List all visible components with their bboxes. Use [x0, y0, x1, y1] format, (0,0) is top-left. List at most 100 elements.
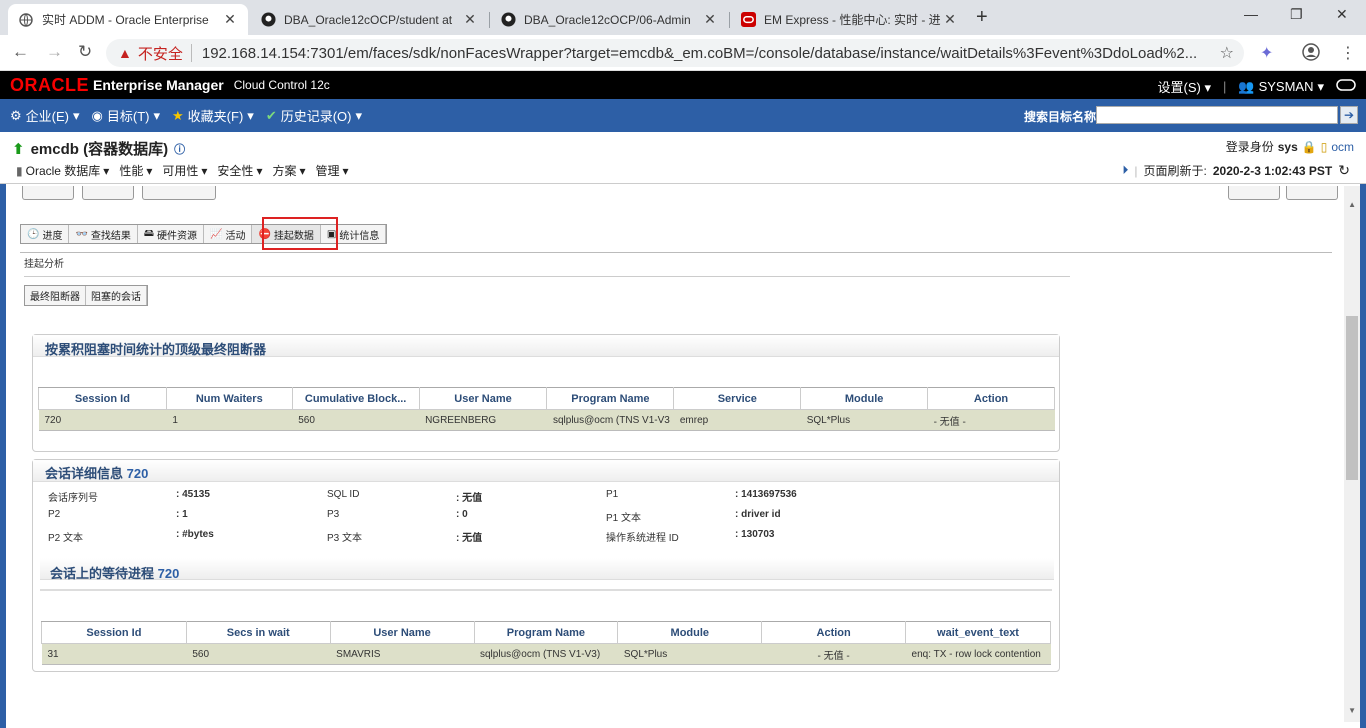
col-module[interactable]: Module: [617, 621, 763, 644]
table-row[interactable]: 31 560 SMAVRIS sqlplus@ocm (TNS V1-V3) S…: [41, 643, 1051, 665]
cell: enq: TX - row lock contention: [905, 643, 1051, 665]
cropped-button[interactable]: [1286, 186, 1338, 200]
menu-administration[interactable]: 管理 ▾: [316, 162, 349, 179]
col-action[interactable]: Action: [927, 387, 1055, 410]
browser-tab-addm[interactable]: 实时 ADDM - Oracle Enterprise ✕: [8, 4, 248, 35]
menu-targets[interactable]: ◉ 目标(T) ▾: [92, 106, 160, 125]
col-user-name[interactable]: User Name: [418, 387, 548, 410]
field-value: : 1: [176, 509, 188, 520]
warning-icon: ▲: [118, 45, 132, 61]
col-session-id[interactable]: Session Id: [41, 621, 187, 644]
progress-button[interactable]: 🕒 进度: [21, 225, 70, 243]
play-icon[interactable]: ⏵: [1122, 163, 1128, 178]
user-name: SYSMAN: [1258, 79, 1314, 94]
cropped-button[interactable]: [82, 186, 134, 200]
minimize-icon[interactable]: —: [1244, 6, 1258, 22]
col-session-id[interactable]: Session Id: [38, 387, 167, 410]
inner-divider: [40, 589, 1052, 591]
maximize-icon[interactable]: ❐: [1290, 6, 1303, 23]
tab-title: DBA_Oracle12cOCP/student at: [284, 12, 453, 27]
col-cumulative-block[interactable]: Cumulative Block...: [291, 387, 420, 410]
menu-oracle-db[interactable]: ▮ Oracle 数据库 ▾: [16, 162, 109, 179]
findings-button[interactable]: 👓 查找结果: [69, 225, 138, 243]
table-row[interactable]: 720 1 560 NGREENBERG sqlplus@ocm (TNS V1…: [38, 409, 1055, 431]
refresh-time: 2020-2-3 1:02:43 PST: [1212, 163, 1333, 178]
refresh-label: 页面刷新于:: [1143, 164, 1207, 178]
cell: - 无值 -: [927, 409, 1055, 431]
hardware-button[interactable]: 🖴 硬件资源: [138, 225, 205, 243]
close-tab-icon[interactable]: ✕: [222, 11, 238, 28]
col-user-name[interactable]: User Name: [329, 621, 475, 644]
col-program-name[interactable]: Program Name: [546, 387, 675, 410]
database-icon: ▮: [16, 163, 23, 178]
menu-enterprise[interactable]: ⚙ 企业(E) ▾: [10, 106, 80, 125]
cell: 1: [166, 409, 293, 431]
user-menu[interactable]: 👥 SYSMAN ▾: [1238, 79, 1324, 95]
field-label: P3 文本: [327, 533, 363, 544]
col-wait-event-text[interactable]: wait_event_text: [905, 621, 1051, 644]
field-value: : #bytes: [176, 529, 214, 540]
menu-schema[interactable]: 方案 ▾: [272, 162, 305, 179]
cropped-button[interactable]: [22, 186, 74, 200]
forward-icon[interactable]: →: [46, 42, 63, 62]
search-target-input[interactable]: [1096, 106, 1338, 124]
menu-security[interactable]: 安全性 ▾: [217, 162, 262, 179]
cropped-button[interactable]: [1228, 186, 1280, 200]
final-blockers-tab[interactable]: 最终阻断器: [25, 286, 86, 305]
header-divider: |: [1222, 79, 1227, 94]
reload-icon[interactable]: ↻: [78, 42, 92, 62]
cropped-button[interactable]: [142, 186, 216, 200]
edition-title: Cloud Control 12c: [233, 78, 330, 92]
url-input[interactable]: ▲ 不安全 192.168.14.154:7301/em/faces/sdk/n…: [106, 39, 1244, 67]
target-menu: ▮ Oracle 数据库 ▾ 性能 ▾ 可用性 ▾ 安全性 ▾ 方案 ▾ 管理 ▾: [16, 162, 349, 179]
menu-label: 收藏夹(F): [187, 109, 244, 124]
extension-icon[interactable]: ✦: [1260, 43, 1273, 63]
refresh-icon[interactable]: ↻: [1338, 162, 1350, 179]
host-link[interactable]: ocm: [1331, 140, 1354, 154]
search-target-label: 搜索目标名称: [1023, 110, 1096, 124]
menu-label: 历史记录(O): [280, 109, 352, 124]
bookmark-star-icon[interactable]: ☆: [1220, 43, 1234, 63]
field-label: P2 文本: [48, 533, 84, 544]
insecure-label: 不安全: [137, 45, 183, 63]
menu-history[interactable]: ✔ 历史记录(O) ▾: [266, 106, 362, 125]
cell: SMAVRIS: [330, 643, 474, 665]
browser-menu-icon[interactable]: ⋮: [1340, 43, 1356, 63]
profile-icon[interactable]: [1302, 43, 1320, 66]
scrollbar-thumb[interactable]: [1346, 316, 1358, 480]
lock-icon: 🔒: [1301, 139, 1317, 154]
menu-performance[interactable]: 性能 ▾: [119, 162, 152, 179]
hardware-icon: 🖴: [143, 227, 155, 239]
col-num-waiters[interactable]: Num Waiters: [165, 387, 293, 410]
browser-tab-github-admin[interactable]: DBA_Oracle12cOCP/06-Admin ✕: [490, 4, 728, 35]
back-icon[interactable]: ←: [12, 42, 29, 62]
col-module[interactable]: Module: [800, 387, 929, 410]
activity-button[interactable]: 📈 活动: [204, 225, 253, 243]
col-secs-in-wait[interactable]: Secs in wait: [185, 621, 331, 644]
info-icon[interactable]: ⓘ: [174, 141, 185, 157]
close-window-icon[interactable]: ✕: [1336, 6, 1348, 23]
settings-menu[interactable]: 设置(S) ▾: [1158, 77, 1211, 96]
search-go-icon[interactable]: ➔: [1340, 106, 1358, 124]
col-service[interactable]: Service: [673, 387, 802, 410]
menu-favorites[interactable]: ★ 收藏夹(F) ▾: [172, 106, 254, 125]
browser-tab-em-express[interactable]: EM Express - 性能中心: 实时 - 进 ✕: [730, 4, 968, 35]
blocked-sessions-tab[interactable]: 阻塞的会话: [86, 286, 147, 305]
scroll-up-icon[interactable]: ▲: [1348, 200, 1356, 209]
menu-availability[interactable]: 可用性 ▾: [162, 162, 207, 179]
browser-tab-github-student[interactable]: DBA_Oracle12cOCP/student at ✕: [250, 4, 488, 35]
login-label: 登录身份: [1225, 140, 1274, 154]
col-action[interactable]: Action: [761, 621, 907, 644]
col-program-name[interactable]: Program Name: [473, 621, 619, 644]
menu-label: 可用性: [162, 164, 199, 178]
close-tab-icon[interactable]: ✕: [942, 11, 958, 28]
field-label: P2: [48, 509, 61, 520]
close-tab-icon[interactable]: ✕: [702, 11, 718, 28]
close-tab-icon[interactable]: ✕: [462, 11, 478, 28]
hang-analysis-label: 挂起分析: [24, 259, 64, 270]
github-icon: [260, 12, 276, 28]
new-tab-icon[interactable]: +: [976, 6, 988, 29]
field-label: P3: [327, 509, 340, 520]
waiters-title-text: 会话上的等待进程: [50, 566, 155, 581]
scroll-down-icon[interactable]: ▼: [1348, 706, 1356, 715]
